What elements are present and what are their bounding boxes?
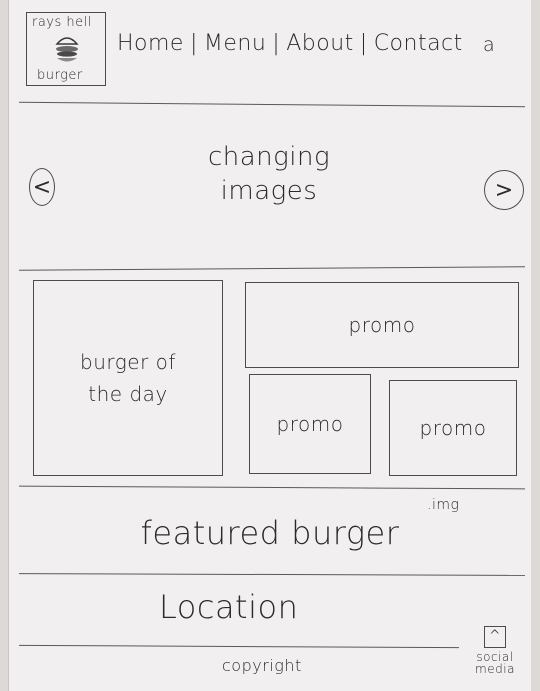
carousel-next-button[interactable]: > [484, 170, 524, 210]
featured-burger-section[interactable]: featured burger [9, 514, 531, 552]
promo-label: promo [419, 416, 487, 440]
nav-divider: | [272, 31, 281, 56]
chevron-right-icon: > [494, 177, 514, 203]
location-section[interactable]: Location [159, 588, 298, 626]
hero-text-line2: images [220, 176, 318, 206]
search-icon[interactable]: a [483, 34, 495, 56]
burger-of-the-day-line2: the day [88, 382, 168, 406]
wireframe-sketch: rays hell burger Home | Menu | About | Contact… [8, 0, 531, 691]
logo-text-top: rays hell [32, 15, 92, 30]
promo-card-wide[interactable]: promo [245, 282, 519, 368]
nav-menu[interactable]: Menu [204, 31, 266, 56]
divider-hero [19, 266, 525, 271]
promo-label: promo [348, 313, 416, 337]
divider-featured [18, 573, 526, 576]
nav-divider: | [189, 31, 198, 56]
nav-home[interactable]: Home [117, 31, 184, 56]
burger-of-the-day-line1: burger of [80, 350, 176, 374]
logo-text-bottom: burger [37, 68, 83, 83]
social-media-link[interactable]: ^ social media [465, 626, 525, 675]
divider-header [19, 101, 525, 108]
nav-about[interactable]: About [286, 31, 354, 56]
nav-divider: | [359, 31, 368, 56]
image-annotation: .img [427, 497, 460, 513]
burger-icon [55, 37, 79, 62]
promo-card-small-right[interactable]: promo [389, 380, 517, 476]
logo[interactable]: rays hell burger [26, 12, 106, 86]
hero-text-line1: changing [207, 142, 331, 172]
social-label-line2: media [475, 662, 515, 676]
nav-contact[interactable]: Contact [374, 31, 463, 56]
carousel-prev-button[interactable]: < [29, 168, 55, 206]
social-icon: ^ [484, 626, 506, 648]
hero-carousel: changing images [179, 140, 359, 208]
divider-grid [19, 485, 525, 490]
main-nav: Home | Menu | About | Contact [117, 31, 463, 56]
burger-of-the-day-label: burger of the day [34, 281, 222, 475]
chevron-left-icon: < [32, 174, 52, 200]
divider-footer [19, 644, 459, 649]
promo-label: promo [276, 412, 344, 436]
promo-card-small-left[interactable]: promo [249, 374, 371, 474]
copyright-text: copyright [222, 656, 302, 675]
burger-of-the-day-card[interactable]: burger of the day [33, 280, 223, 476]
